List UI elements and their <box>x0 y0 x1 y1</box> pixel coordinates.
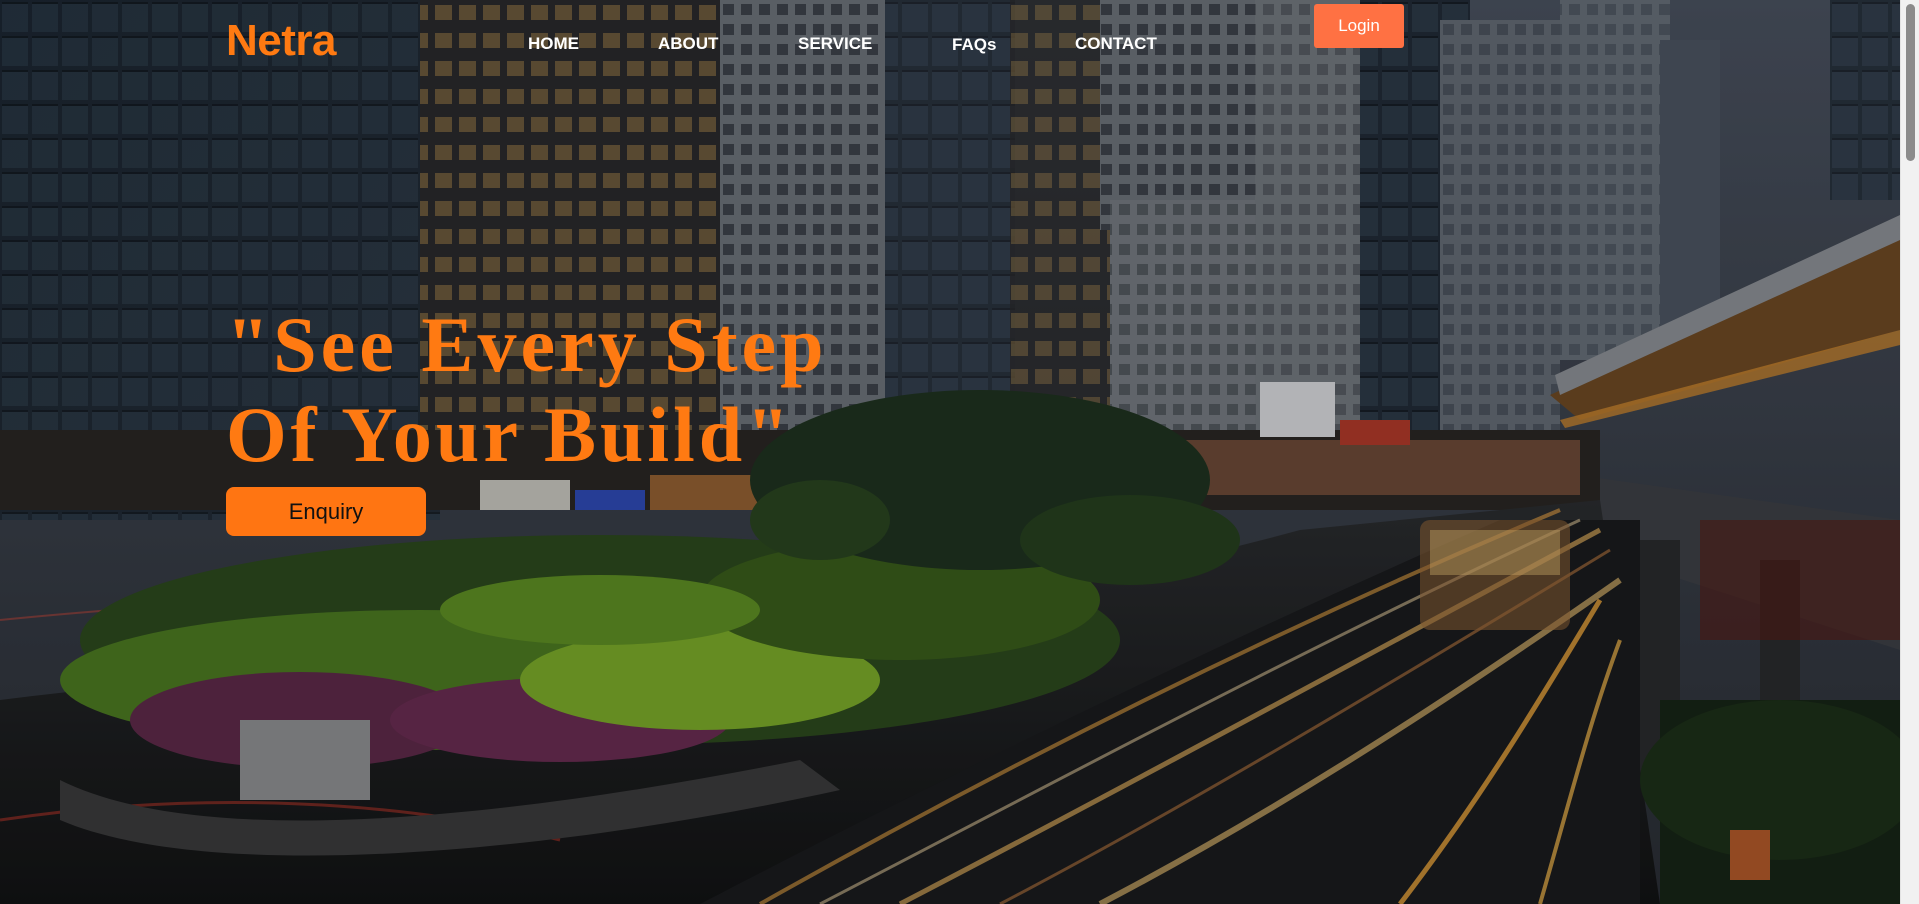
landing-page: Netra HOME ABOUT SERVICE FAQs CONTACT Lo… <box>0 0 1919 904</box>
hero-tagline-line-2: Of Your Build" <box>226 391 794 478</box>
nav-link-contact[interactable]: CONTACT <box>1075 34 1157 54</box>
enquiry-button[interactable]: Enquiry <box>226 487 426 536</box>
nav-link-service[interactable]: SERVICE <box>798 34 872 54</box>
nav-link-faqs[interactable]: FAQs <box>952 35 996 55</box>
hero-tagline: "See Every Step Of Your Build" <box>226 300 1126 480</box>
nav-link-about[interactable]: ABOUT <box>658 34 718 54</box>
scrollbar-thumb[interactable] <box>1906 4 1915 161</box>
login-button[interactable]: Login <box>1314 4 1404 48</box>
page-scrollbar[interactable] <box>1900 0 1919 904</box>
site-logo[interactable]: Netra <box>226 14 337 68</box>
nav-link-home[interactable]: HOME <box>528 34 579 54</box>
hero-tagline-line-1: "See Every Step <box>226 301 828 388</box>
